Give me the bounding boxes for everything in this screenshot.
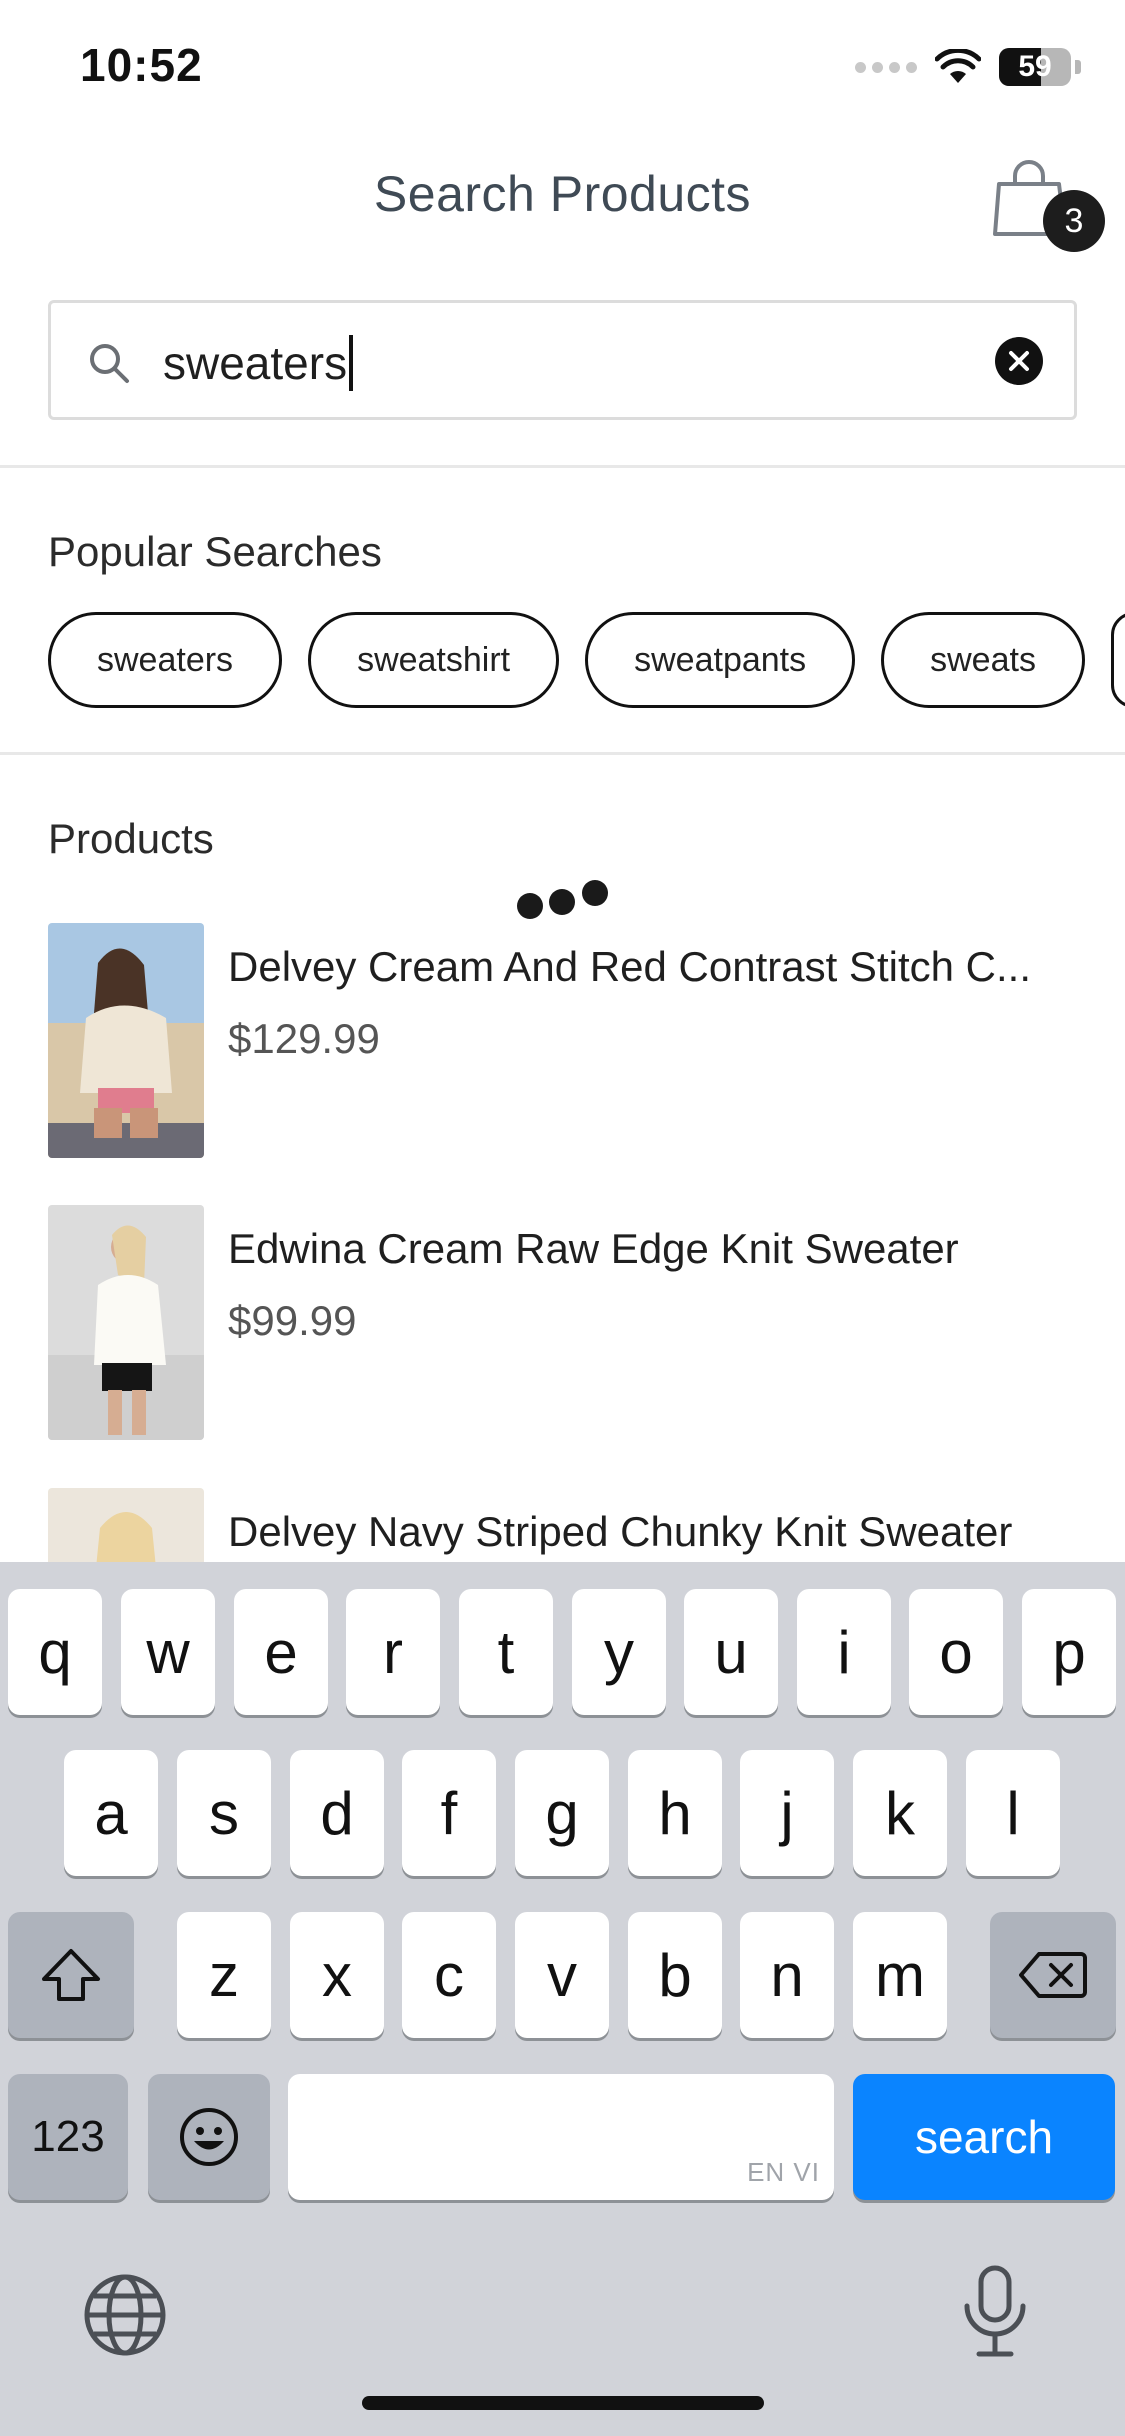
key-s[interactable]: s [177,1750,271,1876]
key-k[interactable]: k [853,1750,947,1876]
status-indicators: 59 [855,48,1081,86]
home-indicator [362,2396,764,2410]
product-name: Delvey Navy Striped Chunky Knit Sweater [228,1508,1013,1555]
product-image [48,1488,204,1562]
products-title: Products [48,815,214,862]
key-g[interactable]: g [515,1750,609,1876]
key-m[interactable]: m [853,1912,947,2038]
battery-icon: 59 [999,48,1071,86]
search-box[interactable]: sweaters [48,300,1077,420]
cart-count-badge: 3 [1043,190,1105,252]
product-price: $99.99 [228,1297,357,1344]
key-l[interactable]: l [966,1750,1060,1876]
key-d[interactable]: d [290,1750,384,1876]
divider [0,465,1125,468]
clear-search-button[interactable] [995,337,1043,385]
backspace-key[interactable] [990,1912,1116,2038]
product-item[interactable]: Delvey Navy Striped Chunky Knit Sweater [48,1488,1108,1562]
product-price: $129.99 [228,1015,380,1062]
key-r[interactable]: r [346,1589,440,1715]
divider [0,752,1125,755]
key-i[interactable]: i [797,1589,891,1715]
product-item[interactable]: Delvey Cream And Red Contrast Stitch C..… [48,923,1108,1158]
key-c[interactable]: c [402,1912,496,2038]
search-icon [90,344,129,383]
key-u[interactable]: u [684,1589,778,1715]
backspace-icon [1019,1952,1087,1998]
key-t[interactable]: t [459,1589,553,1715]
key-f[interactable]: f [402,1750,496,1876]
chip-sweatpants[interactable]: sweatpants [585,612,856,708]
emoji-key[interactable] [148,2074,270,2200]
search-input[interactable]: sweaters [163,328,983,398]
search-input-value: sweaters [163,337,348,389]
key-y[interactable]: y [572,1589,666,1715]
battery-level: 59 [1018,50,1052,83]
keyboard-search-key[interactable]: search [853,2074,1115,2200]
chip-more[interactable] [1110,612,1125,708]
chip-sweatshirt[interactable]: sweatshirt [308,612,560,708]
shift-key[interactable] [8,1912,134,2038]
page-title: Search Products [373,166,752,222]
dictation-button[interactable] [955,2262,1035,2367]
battery-cap [1075,60,1081,74]
key-z[interactable]: z [177,1912,271,2038]
clear-icon [1009,351,1029,371]
space-key-language-hint: EN VI [747,2157,820,2187]
emoji-icon [180,2108,238,2166]
key-h[interactable]: h [628,1750,722,1876]
key-x[interactable]: x [290,1912,384,2038]
microphone-icon [964,2265,1026,2357]
numbers-key[interactable]: 123 [8,2074,128,2200]
key-q[interactable]: q [8,1589,102,1715]
key-a[interactable]: a [64,1750,158,1876]
shift-icon [42,1949,100,2001]
globe-button[interactable] [80,2270,170,2365]
chip-sweaters[interactable]: sweaters [48,612,283,708]
key-o[interactable]: o [909,1589,1003,1715]
key-j[interactable]: j [740,1750,834,1876]
product-image [48,1205,204,1440]
globe-icon [84,2274,166,2356]
status-time: 10:52 [80,39,203,91]
product-item[interactable]: Edwina Cream Raw Edge Knit Sweater $99.9… [48,1205,1108,1440]
text-caret [349,335,354,391]
product-name: Edwina Cream Raw Edge Knit Sweater [228,1225,959,1272]
popular-searches-title: Popular Searches [48,528,382,575]
chip-sweats[interactable]: sweats [881,612,1085,708]
space-key[interactable]: EN VI [288,2074,834,2200]
cellular-signal-icon [855,61,917,73]
status-bar: 10:52 59 [0,0,1125,130]
product-image [48,923,204,1158]
key-b[interactable]: b [628,1912,722,2038]
key-n[interactable]: n [740,1912,834,2038]
key-e[interactable]: e [234,1589,328,1715]
cart-button[interactable]: 3 [985,158,1105,258]
key-p[interactable]: p [1022,1589,1116,1715]
keyboard: q w e r t y u i o p a s d f g h j k l z … [0,1562,1125,2436]
wifi-icon [935,49,981,83]
product-name: Delvey Cream And Red Contrast Stitch C..… [228,943,1031,990]
key-w[interactable]: w [121,1589,215,1715]
popular-search-chips: sweaters sweatshirt sweatpants sweats [48,612,1125,708]
loading-indicator-icon [517,880,608,919]
key-v[interactable]: v [515,1912,609,2038]
